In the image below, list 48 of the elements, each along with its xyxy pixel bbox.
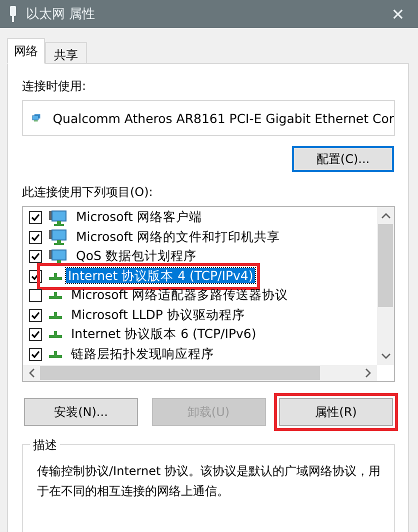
monitor-icon <box>49 210 67 226</box>
list-item[interactable]: Microsoft 网络的文件和打印机共享 <box>74 228 282 244</box>
protocol-icon <box>49 292 62 300</box>
tab[interactable]: 网络 <box>7 38 45 64</box>
checkmark-icon <box>31 330 40 340</box>
checkmark-icon <box>31 252 40 262</box>
protocol-icon <box>49 331 62 338</box>
scroll-up-icon[interactable] <box>380 212 390 220</box>
list-item[interactable]: Microsoft 网络客户端 <box>74 209 204 224</box>
action-button[interactable]: 安装(N)... <box>24 398 138 426</box>
vertical-scrollbar[interactable] <box>377 207 394 365</box>
description-text: 传输控制协议/Internet 协议。该协议是默认的广域网络协议，用于在不同的相互连接的网络上通信。 <box>37 463 382 500</box>
action-button[interactable]: 属性(R) <box>279 398 393 426</box>
checkmark-icon <box>31 310 40 320</box>
section-label: 连接时使用: <box>22 78 88 95</box>
adapter-name: Qualcomm Atheros AR8161 PCI-E Gigabit Ethernet Cor <box>52 110 394 126</box>
scroll-right-icon[interactable] <box>364 368 372 378</box>
scroll-left-icon[interactable] <box>28 368 36 378</box>
close-button[interactable]: ✕ <box>378 0 418 28</box>
group-title: 描述 <box>30 437 60 454</box>
tab[interactable]: 共享 <box>45 42 87 64</box>
ethernet-plug-icon <box>8 5 18 23</box>
checkbox[interactable] <box>29 211 42 224</box>
horizontal-scrollbar[interactable] <box>23 365 377 381</box>
list-item[interactable]: 链路层拓扑发现响应程序 <box>69 346 216 361</box>
checkbox[interactable] <box>29 328 42 342</box>
checkmark-icon <box>31 213 40 222</box>
list-item[interactable]: Microsoft LLDP 协议驱动程序 <box>69 306 247 322</box>
checkbox[interactable] <box>29 289 42 302</box>
list-item[interactable]: Internet 协议版本 6 (TCP/IPv6) <box>69 326 258 342</box>
configure-button[interactable]: 配置(C)... <box>292 146 394 172</box>
section-label: 此连接使用下列项目(O): <box>22 184 154 201</box>
monitor-icon <box>49 229 67 246</box>
checkbox[interactable] <box>29 230 42 244</box>
protocol-icon <box>49 350 62 358</box>
checkbox[interactable] <box>29 308 42 322</box>
list-item[interactable]: Internet 协议版本 4 (TCP/IPv4) <box>66 268 256 283</box>
list-item[interactable]: Microsoft 网络适配器多路传送器协议 <box>69 287 290 302</box>
checkbox[interactable] <box>29 348 42 361</box>
checkmark-icon <box>31 232 40 242</box>
protocol-icon <box>49 272 62 280</box>
checkmark-icon <box>31 350 40 359</box>
monitor-icon <box>49 248 67 265</box>
list-item[interactable]: QoS 数据包计划程序 <box>74 248 198 264</box>
window-title: 以太网 属性 <box>26 6 96 23</box>
scroll-down-icon[interactable] <box>380 352 390 360</box>
checkbox[interactable] <box>29 250 42 264</box>
protocol-icon <box>49 312 62 319</box>
